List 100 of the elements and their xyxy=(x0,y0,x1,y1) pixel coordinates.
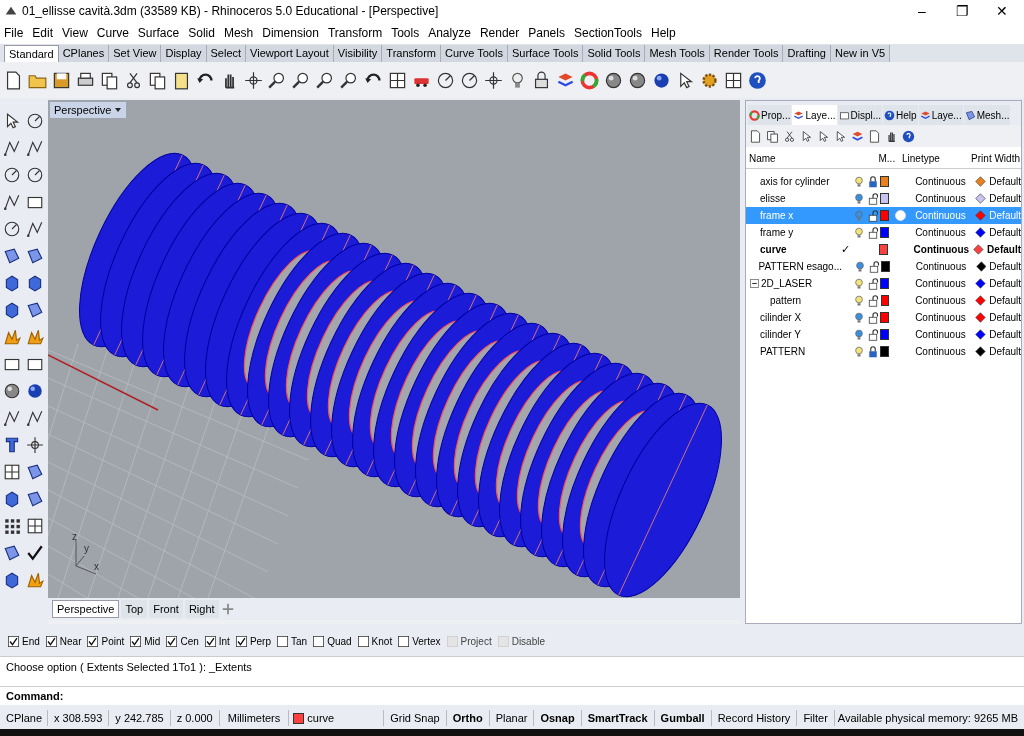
diamond-icon[interactable] xyxy=(975,346,987,357)
menu-item[interactable]: Surface xyxy=(137,24,180,42)
menu-item[interactable]: Panels xyxy=(528,24,565,42)
osnap-label[interactable]: Cen xyxy=(180,633,199,649)
open-lock-icon[interactable] xyxy=(866,192,879,205)
arrow-icon[interactable] xyxy=(817,129,830,143)
tree-toggle-icon[interactable] xyxy=(750,279,759,288)
box-icon[interactable] xyxy=(3,274,21,292)
toolbar-tab[interactable]: Surface Tools xyxy=(507,45,584,62)
panel-tab[interactable]: Prop... xyxy=(748,105,792,125)
help-icon[interactable] xyxy=(902,129,915,143)
checkbox[interactable] xyxy=(313,635,325,647)
curve-icon[interactable] xyxy=(3,409,21,427)
toolbar-tab[interactable]: Curve Tools xyxy=(441,45,508,62)
checkbox[interactable] xyxy=(357,635,369,647)
light-bulb-icon[interactable] xyxy=(852,345,865,358)
page-icon[interactable] xyxy=(749,129,762,143)
surface-icon[interactable] xyxy=(26,301,44,319)
layer-color-swatch[interactable] xyxy=(879,244,889,255)
viewport-tab[interactable]: Right xyxy=(184,600,219,618)
osnap-label[interactable]: Mid xyxy=(144,633,161,649)
open-lock-icon[interactable] xyxy=(866,226,879,239)
menu-item[interactable]: File xyxy=(4,24,24,42)
diamond-icon[interactable] xyxy=(975,227,987,238)
viewport-canvas[interactable]: Perspective z y x xyxy=(48,100,740,598)
menu-item[interactable]: Edit xyxy=(32,24,54,42)
menu-item[interactable]: Tools xyxy=(391,24,420,42)
arrow-icon[interactable] xyxy=(834,129,847,143)
layers-icon[interactable] xyxy=(556,70,575,90)
viewport-tab[interactable]: Perspective xyxy=(52,600,120,618)
status-toggle[interactable]: Grid Snap xyxy=(384,709,447,727)
curve-icon[interactable] xyxy=(26,139,44,157)
grid-icon[interactable] xyxy=(388,70,407,90)
osnap-label[interactable]: Vertex xyxy=(412,633,441,649)
status-toggle[interactable]: Record History xyxy=(711,709,798,727)
layer-color-swatch[interactable] xyxy=(880,176,890,187)
layer-color-swatch[interactable] xyxy=(880,295,890,306)
command-field[interactable]: Command: xyxy=(0,687,1024,705)
panel-tab[interactable]: Displ... xyxy=(837,105,883,125)
move-icon[interactable] xyxy=(484,70,503,90)
cplane-cell[interactable]: CPlane xyxy=(0,709,48,727)
grid-icon[interactable] xyxy=(3,463,21,481)
light-bulb-icon[interactable] xyxy=(852,311,865,324)
checkbox[interactable] xyxy=(130,635,142,647)
layer-row[interactable]: cilinder Y Continuous Default xyxy=(746,326,1021,343)
layers-icon[interactable] xyxy=(793,109,805,121)
checkbox[interactable] xyxy=(235,635,247,647)
open-lock-icon[interactable] xyxy=(866,277,879,290)
layer-color-swatch[interactable] xyxy=(880,210,890,221)
layer-color-swatch[interactable] xyxy=(880,278,890,289)
status-toggle[interactable]: SmartTrack xyxy=(581,709,655,727)
osnap-label[interactable]: Int xyxy=(218,633,230,649)
light-bulb-icon[interactable] xyxy=(852,192,865,205)
menu-item[interactable]: SectionTools xyxy=(573,24,642,42)
move-icon[interactable] xyxy=(26,436,44,454)
menu-item[interactable]: Transform xyxy=(327,24,383,42)
menu-item[interactable]: Render xyxy=(479,24,520,42)
layer-row[interactable]: cilinder X Continuous Default xyxy=(746,309,1021,326)
toolbar-tab[interactable]: Mesh Tools xyxy=(645,45,710,62)
menu-item[interactable]: Analyze xyxy=(428,24,471,42)
layers-icon[interactable] xyxy=(919,109,931,121)
circle-icon[interactable] xyxy=(3,220,21,238)
closed-lock-icon[interactable] xyxy=(866,175,879,188)
checkbox[interactable] xyxy=(277,635,288,647)
gear-icon[interactable] xyxy=(700,70,719,90)
zoom-icon[interactable] xyxy=(340,70,359,90)
dots-grid-icon[interactable] xyxy=(3,517,21,535)
help-icon[interactable] xyxy=(884,109,896,121)
zoom-icon[interactable] xyxy=(316,70,335,90)
layer-color-swatch[interactable] xyxy=(881,261,891,272)
menu-item[interactable]: Solid xyxy=(188,24,215,42)
curve-icon[interactable] xyxy=(3,193,21,211)
menu-item[interactable]: Help xyxy=(651,24,676,42)
circle-icon[interactable] xyxy=(26,166,44,184)
shaded-sphere-icon[interactable] xyxy=(26,382,44,400)
osnap-label[interactable]: Point xyxy=(101,633,125,649)
menu-item[interactable]: Dimension xyxy=(262,24,319,42)
clipboard-icon[interactable] xyxy=(172,70,191,90)
toolbar-tab[interactable]: Display xyxy=(161,45,207,62)
copy-icon[interactable] xyxy=(148,70,167,90)
layers-icon[interactable] xyxy=(851,129,864,143)
coordinate-cell[interactable]: x 308.593 xyxy=(48,709,110,727)
memory-status[interactable]: Available physical memory: 9265 MB xyxy=(834,709,1024,727)
open-lock-icon[interactable] xyxy=(866,209,879,222)
dropdown-caret-icon[interactable] xyxy=(114,106,123,114)
check-icon[interactable] xyxy=(26,544,44,562)
app-logo-icon[interactable] xyxy=(4,4,18,18)
toolbar-tab[interactable]: Solid Tools xyxy=(583,45,646,62)
viewport-tab[interactable]: Front xyxy=(149,600,183,618)
layer-row[interactable]: 2D_LASER Continuous Default xyxy=(746,275,1021,292)
light-bulb-icon[interactable] xyxy=(852,328,865,341)
curve-icon[interactable] xyxy=(3,139,21,157)
shaded-sphere-icon[interactable] xyxy=(652,70,671,90)
diamond-icon[interactable] xyxy=(975,261,987,272)
column-header[interactable]: Print Width xyxy=(971,151,1021,166)
layer-row[interactable]: pattern Continuous Default xyxy=(746,292,1021,309)
column-header[interactable]: Name xyxy=(746,151,879,166)
layer-indicator[interactable]: curve xyxy=(289,709,385,727)
lock-icon[interactable] xyxy=(532,70,551,90)
osnap-label[interactable]: Perp xyxy=(249,633,271,649)
